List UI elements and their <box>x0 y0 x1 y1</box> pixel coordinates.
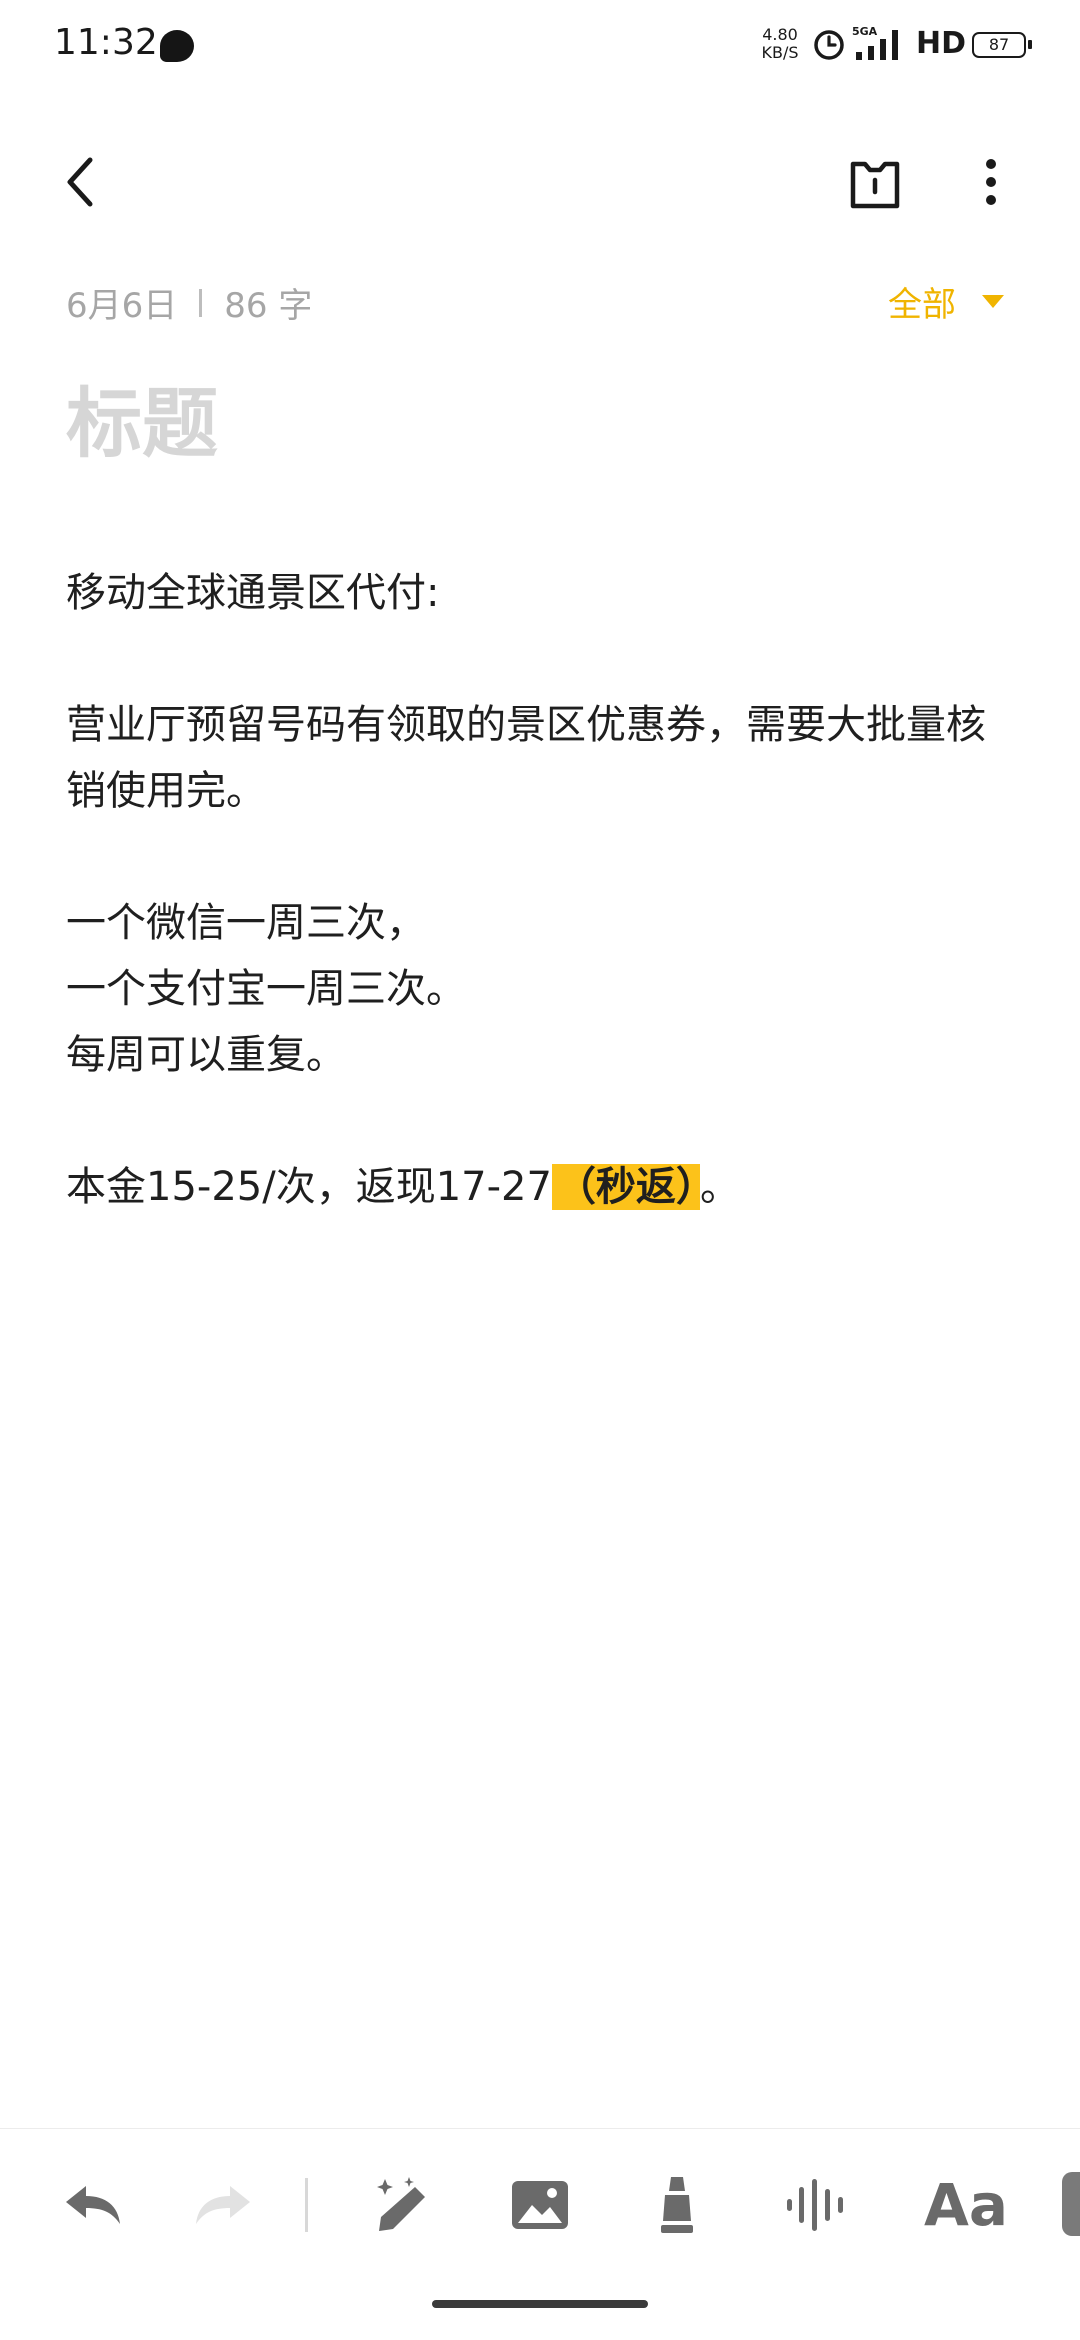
highlighted-text: （秒返） <box>551 1164 700 1210</box>
meta-divider <box>199 288 203 317</box>
caret-down-icon <box>982 294 1004 308</box>
word-count: 86 字 <box>224 286 313 326</box>
hd-voice-indicator: HD <box>916 26 967 61</box>
highlighter-button[interactable] <box>642 2170 712 2240</box>
ai-writing-button[interactable] <box>366 2170 436 2240</box>
chevron-left-icon <box>67 157 93 207</box>
text-format-button[interactable]: Aa <box>916 2170 1016 2240</box>
home-indicator[interactable] <box>432 2300 648 2308</box>
audio-record-button[interactable] <box>780 2170 850 2240</box>
note-paragraph: 营业厅预留号码有领取的景区优惠券，需要大批量核销使用完。 <box>66 702 986 814</box>
note-text: 本金15-25/次，返现17-27 <box>66 1164 552 1210</box>
toolbar-divider <box>0 2128 1080 2129</box>
redo-button <box>188 2170 258 2240</box>
note-line: 一个支付宝一周三次。 <box>66 966 466 1012</box>
title-input[interactable]: 标题 <box>66 362 218 472</box>
undo-button[interactable] <box>58 2170 128 2240</box>
insert-image-button[interactable] <box>505 2170 575 2240</box>
text-format-label: Aa <box>923 2171 1009 2239</box>
battery-level: 87 <box>988 35 1010 54</box>
note-editor-screen: 11:32 4.80 KB/S 5GA HD 87 6月6日 86 字 全部 标… <box>0 0 1080 2340</box>
share-note-icon <box>850 161 900 209</box>
more-options-button[interactable] <box>964 150 1018 214</box>
undo-icon <box>66 2186 120 2224</box>
status-time: 11:32 <box>54 22 158 63</box>
chat-notification-icon <box>160 30 194 62</box>
svg-text:5GA: 5GA <box>852 25 878 38</box>
note-paragraph: 本金15-25/次，返现17-27 （秒返）。 <box>66 1154 1016 1220</box>
back-button[interactable] <box>52 150 116 214</box>
note-line: 每周可以重复。 <box>66 1032 346 1078</box>
network-speed: 4.80 KB/S <box>761 25 799 62</box>
highlighter-icon <box>661 2177 693 2233</box>
audio-wave-icon <box>787 2179 843 2231</box>
note-date: 6月6日 <box>66 286 178 326</box>
toolbar-separator <box>305 2178 308 2232</box>
redo-icon <box>196 2186 250 2224</box>
keyboard-toggle-tab[interactable] <box>1062 2172 1080 2236</box>
note-paragraph: 移动全球通景区代付: <box>66 570 440 616</box>
battery-icon: 87 <box>972 32 1032 58</box>
folder-label: 全部 <box>888 284 956 325</box>
note-line: 一个微信一周三次， <box>66 900 426 946</box>
more-vertical-icon <box>986 159 996 205</box>
status-bar: 11:32 4.80 KB/S 5GA HD 87 <box>0 0 1080 92</box>
alarm-icon <box>814 30 844 60</box>
magic-pen-icon <box>377 2177 425 2231</box>
signal-5g-icon: 5GA <box>852 25 898 60</box>
folder-dropdown[interactable]: 全部 <box>888 278 1004 325</box>
image-icon <box>512 2181 568 2229</box>
note-text: 。 <box>699 1164 740 1210</box>
note-meta: 6月6日 86 字 <box>66 278 312 327</box>
share-note-button[interactable] <box>843 150 907 214</box>
note-body-editor[interactable]: 移动全球通景区代付: 营业厅预留号码有领取的景区优惠券，需要大批量核销使用完。 … <box>66 560 1016 1220</box>
